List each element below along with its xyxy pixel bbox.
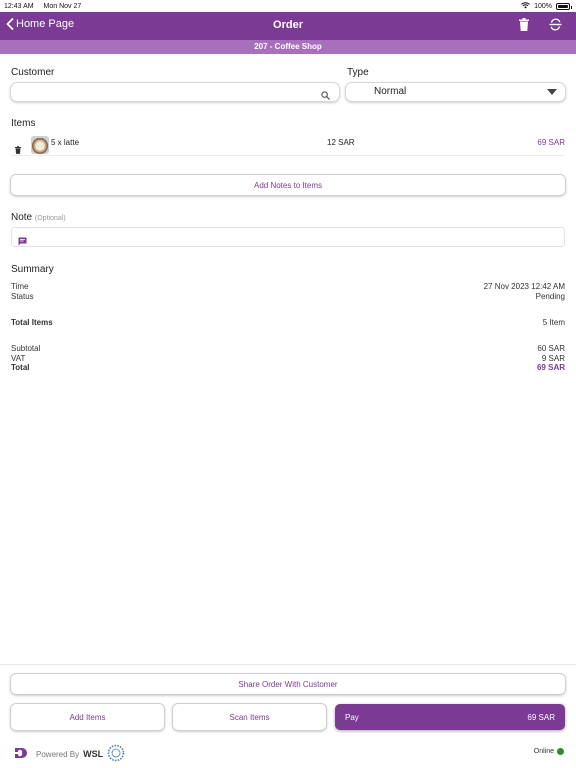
note-field[interactable] (11, 227, 565, 247)
customer-search-input[interactable] (11, 84, 339, 102)
total-value: 69 SAR (536, 363, 565, 372)
type-label: Type (347, 67, 369, 78)
latte-image (31, 136, 49, 154)
subtotal-label: Subtotal (11, 344, 41, 353)
powered-by: Powered By WSL (12, 744, 125, 764)
status-date: Mon Nov 27 (43, 2, 82, 10)
back-label: Home Page (16, 18, 75, 30)
status-value: Pending (535, 292, 565, 301)
time-label: Time (11, 282, 29, 291)
subtotal-value: 60 SAR (537, 344, 565, 353)
total-items-value: 5 Item (542, 318, 565, 327)
remove-item-trash-icon[interactable] (15, 141, 21, 159)
online-dot-icon (557, 748, 564, 755)
connection-status: Online (534, 748, 564, 755)
strike-circle-icon[interactable] (549, 18, 562, 31)
pay-label: Pay (345, 713, 359, 722)
summary-total-row: Total 69 SAR (11, 363, 565, 372)
online-label: Online (533, 748, 554, 755)
item-total: 69 SAR (537, 138, 565, 147)
summary-total-items-row: Total Items 5 Item (11, 318, 565, 327)
items-label: Items (11, 118, 36, 129)
vat-value: 9 SAR (541, 354, 565, 363)
summary-vat-row: VAT 9 SAR (11, 354, 565, 363)
chevron-left-icon (6, 18, 14, 30)
list-item: 5 x latte 12 SAR 69 SAR (11, 134, 565, 156)
status-left: 12:43 AM Mon Nov 27 (4, 3, 89, 10)
trash-icon[interactable] (519, 18, 529, 31)
item-unit-price: 12 SAR (327, 138, 355, 147)
battery-percent: 100% (534, 2, 552, 10)
nav-actions (519, 18, 562, 31)
note-label-text: Note (11, 212, 33, 223)
type-value: Normal (374, 86, 407, 97)
app-logo-icon (12, 746, 32, 762)
note-label: Note (Optional) (11, 212, 66, 223)
customer-label: Customer (11, 67, 55, 78)
add-notes-to-items-button[interactable]: Add Notes to Items (11, 175, 565, 195)
pay-button[interactable]: Pay 69 SAR (335, 704, 565, 730)
battery-fill (558, 4, 568, 8)
item-name: 5 x latte (51, 138, 80, 147)
summary-subtotal-row: Subtotal 60 SAR (11, 344, 565, 353)
table-subheader: 207 - Coffee Shop (0, 40, 576, 54)
footer-divider (0, 664, 576, 665)
status-bar: 12:43 AM Mon Nov 27 100% (0, 0, 576, 12)
brand-name: WSL (83, 749, 104, 759)
share-order-button[interactable]: Share Order With Customer (11, 674, 565, 694)
note-input[interactable] (32, 228, 552, 246)
powered-by-text: Powered By (36, 749, 80, 759)
scan-items-button[interactable]: Scan Items (173, 704, 326, 730)
status-label: Status (11, 292, 34, 301)
note-optional: (Optional) (34, 215, 66, 222)
total-items-label: Total Items (11, 318, 53, 327)
summary-time-row: Time 27 Nov 2023 12:42 AM (11, 282, 565, 291)
status-time: 12:43 AM (4, 2, 34, 10)
battery-icon (556, 2, 572, 10)
nav-bar: Home Page Order (0, 12, 576, 40)
status-right: 100% (521, 1, 572, 11)
page-title: Order (273, 19, 303, 31)
time-value: 27 Nov 2023 12:42 AM (483, 282, 565, 291)
total-label: Total (11, 363, 30, 372)
vat-label: VAT (11, 354, 26, 363)
search-icon (321, 87, 330, 105)
add-items-button[interactable]: Add Items (11, 704, 164, 730)
customer-search-field[interactable] (11, 83, 339, 102)
back-button[interactable]: Home Page (6, 18, 74, 30)
wifi-icon (521, 1, 530, 11)
summary-status-row: Status Pending (11, 292, 565, 301)
type-select[interactable]: Normal (346, 83, 565, 101)
message-icon (18, 233, 27, 251)
summary-label: Summary (11, 264, 54, 275)
pay-amount: 69 SAR (527, 713, 555, 722)
brand-seal-icon (107, 744, 125, 764)
chevron-down-icon (547, 89, 557, 95)
